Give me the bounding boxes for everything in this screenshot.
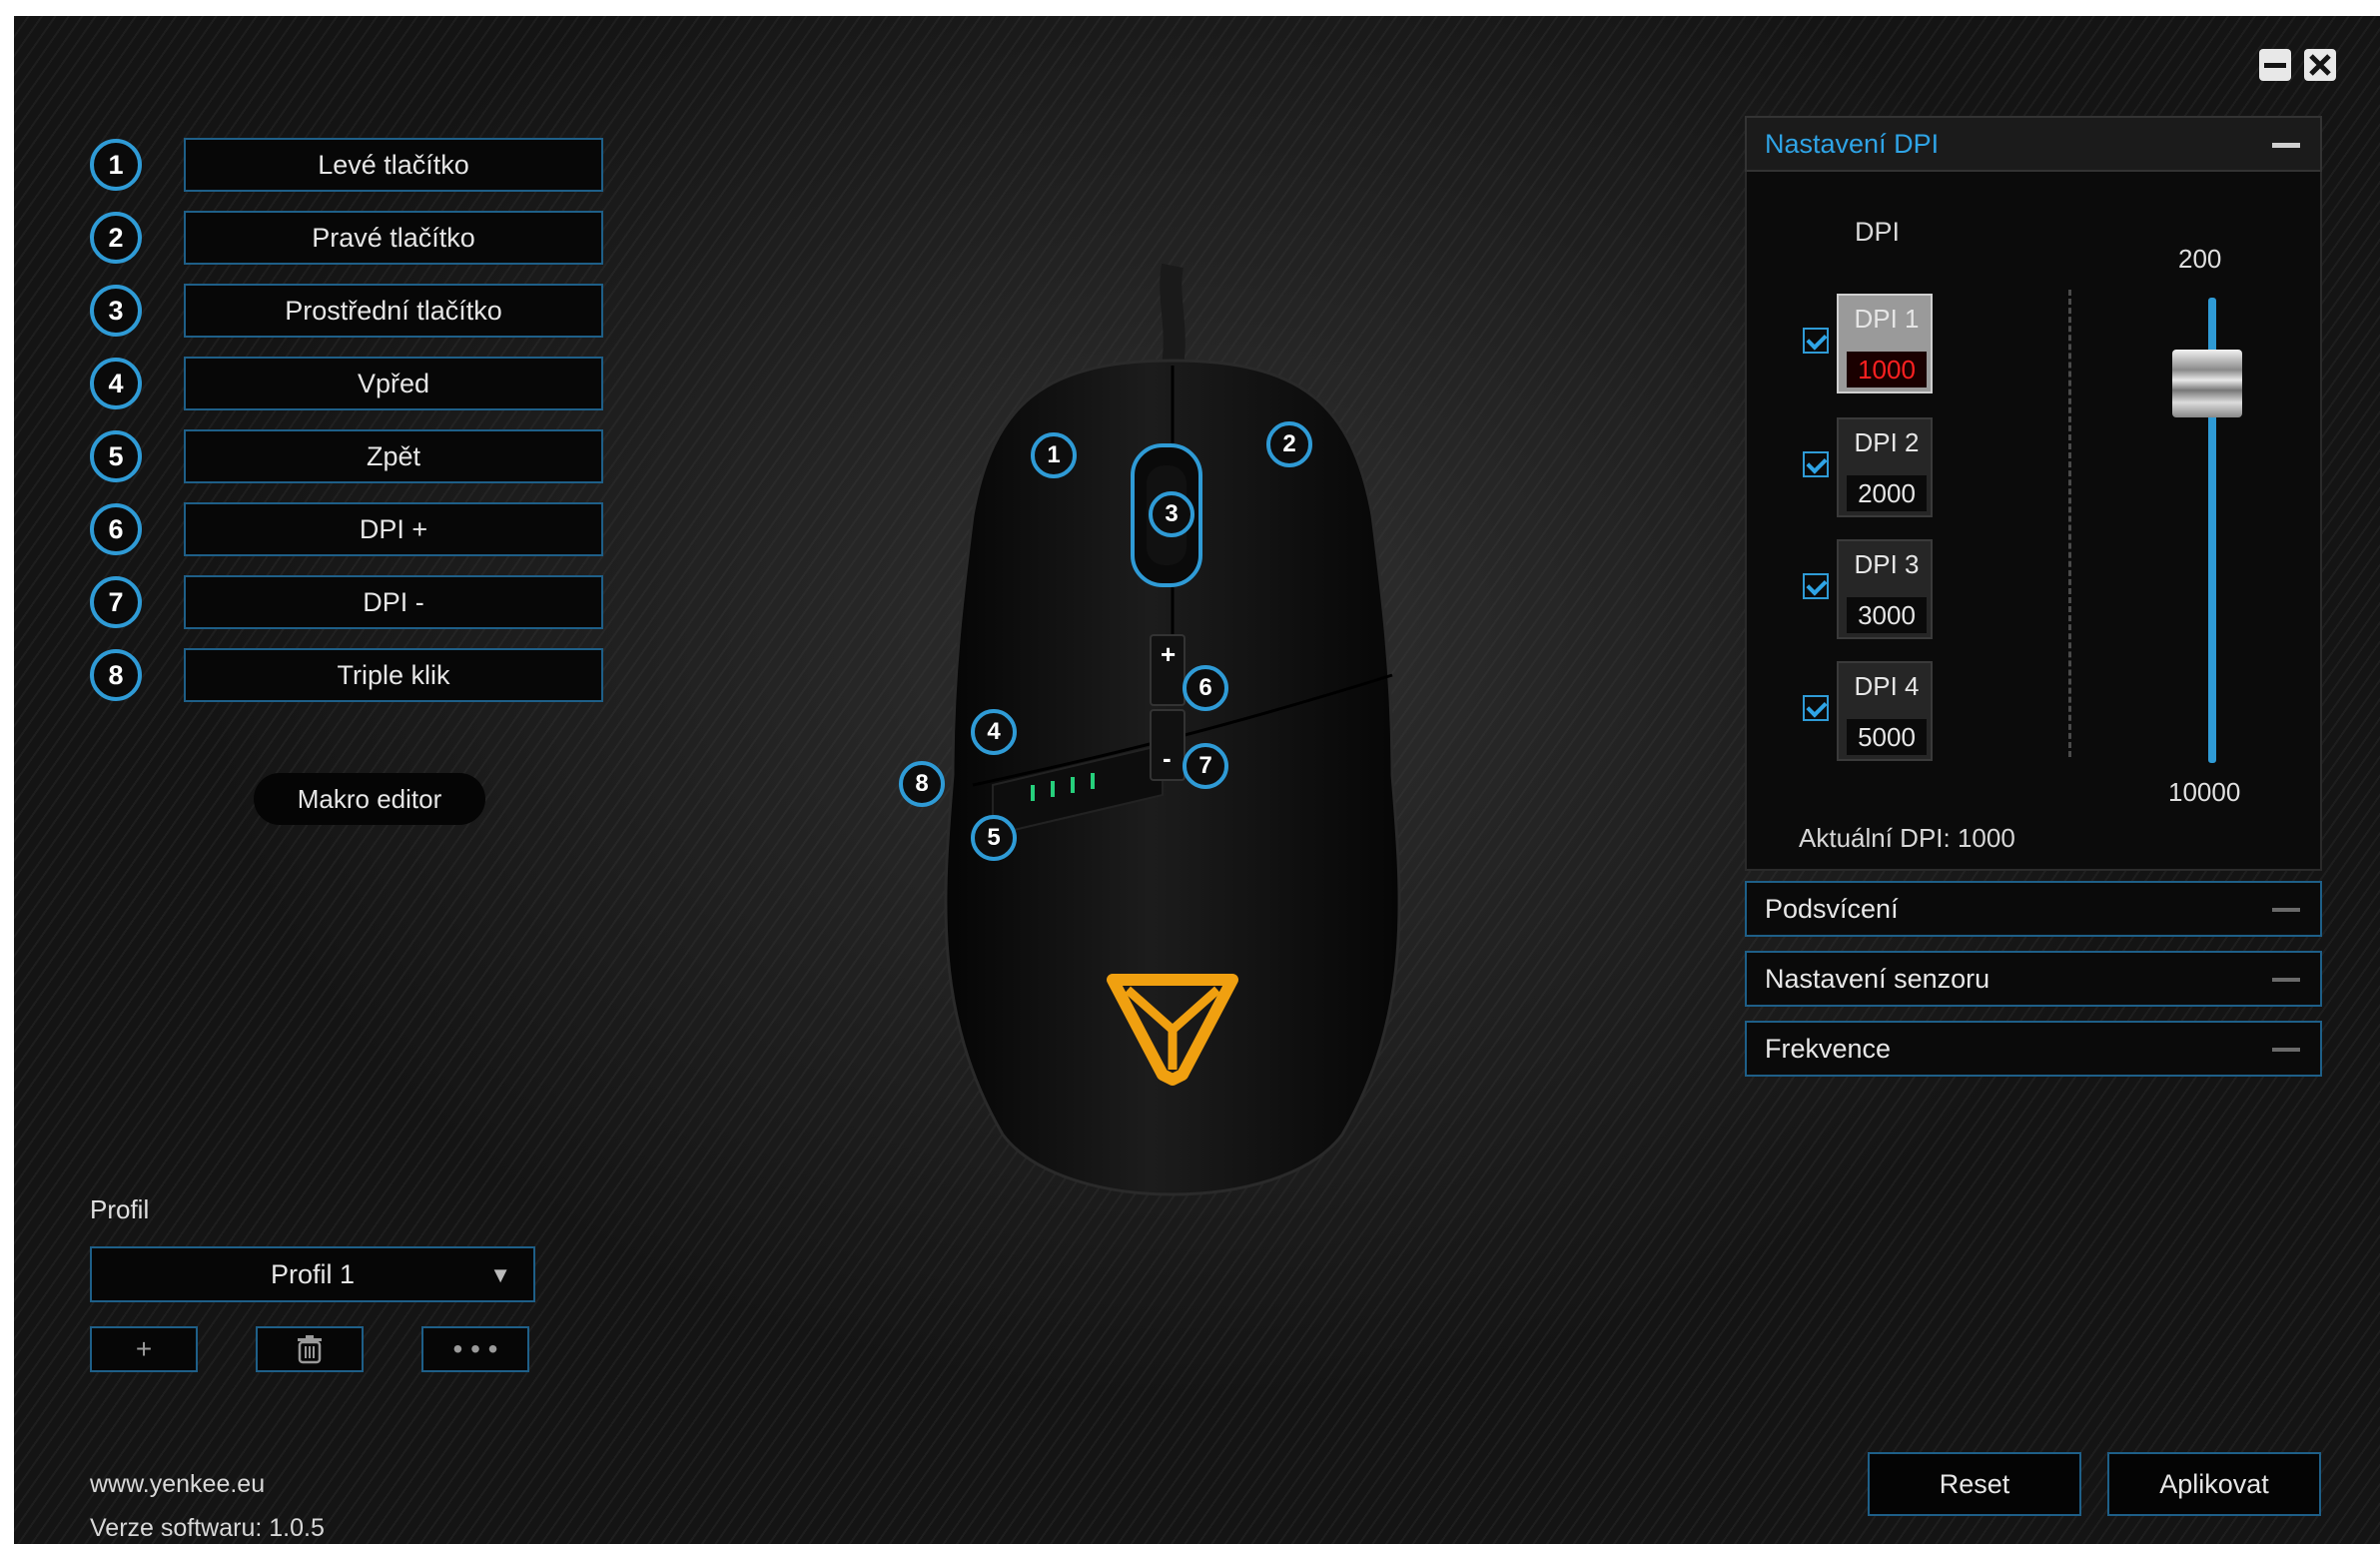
forward-button-assign[interactable]: Vpřed (184, 357, 603, 410)
slider-min-label: 200 (2178, 244, 2222, 274)
current-dpi-value: 1000 (1957, 823, 2015, 853)
collapse-icon (2272, 143, 2300, 148)
dpi-plus-glyph: + (1161, 639, 1177, 669)
current-dpi-label: Aktuální DPI: (1799, 823, 1951, 853)
mouse-marker-4[interactable]: 4 (971, 709, 1017, 755)
button-mapping-row-1: 1 Levé tlačítko (90, 136, 603, 194)
dpi-level-name: DPI 2 (1854, 427, 1920, 457)
version-value: 1.0.5 (269, 1514, 325, 1542)
dpi-entry-4: DPI 4 5000 (1803, 661, 1937, 761)
dpi-plus-assign[interactable]: DPI + (184, 502, 603, 556)
dpi-level-name: DPI 4 (1854, 671, 1920, 701)
button-number-badge: 7 (90, 576, 142, 628)
apply-button[interactable]: Aplikovat (2107, 1452, 2321, 1516)
dpi-entry-2: DPI 2 2000 (1803, 417, 1937, 517)
button-number-badge: 5 (90, 430, 142, 482)
dpi-settings-header[interactable]: Nastavení DPI (1745, 116, 2322, 172)
mouse-marker-1[interactable]: 1 (1031, 432, 1077, 478)
dpi-level-value[interactable]: 1000 (1847, 352, 1927, 387)
button-number-badge: 6 (90, 503, 142, 555)
dpi-column-label: DPI (1855, 217, 1901, 247)
dpi-minus-glyph: - (1163, 743, 1172, 773)
dpi-entry-1: DPI 1 1000 (1803, 294, 1937, 393)
dpi-minus-assign[interactable]: DPI - (184, 575, 603, 629)
minimize-icon (2259, 49, 2291, 81)
profile-label: Profil (90, 1194, 150, 1224)
triple-click-assign[interactable]: Triple klik (184, 648, 603, 702)
back-button-assign[interactable]: Zpět (184, 429, 603, 483)
mouse-marker-8[interactable]: 8 (899, 761, 945, 807)
profile-selected-value: Profil 1 (270, 1258, 356, 1289)
mouse-marker-3[interactable]: 3 (1149, 491, 1194, 537)
close-icon (2304, 49, 2336, 81)
dpi-slider-thumb[interactable] (2172, 350, 2242, 417)
close-button[interactable] (2301, 46, 2339, 84)
panel-title: Nastavení senzoru (1765, 963, 1990, 994)
mouse-marker-2[interactable]: 2 (1266, 421, 1312, 467)
button-mapping-row-3: 3 Prostřední tlačítko (90, 282, 603, 340)
dpi-level-name: DPI 3 (1854, 549, 1920, 579)
button-number-badge: 4 (90, 358, 142, 409)
collapse-icon (2272, 1048, 2300, 1052)
button-mapping-row-6: 6 DPI + (90, 500, 603, 558)
dpi-1-checkbox[interactable] (1803, 328, 1829, 354)
app-window: 1 Levé tlačítko 2 Pravé tlačítko 3 Prost… (14, 16, 2380, 1544)
frequency-panel-header[interactable]: Frekvence (1745, 1021, 2322, 1077)
button-number-badge: 8 (90, 649, 142, 701)
website-link[interactable]: www.yenkee.eu (90, 1470, 265, 1499)
makro-editor-button[interactable]: Makro editor (254, 773, 485, 825)
panel-title: Podsvícení (1765, 893, 1899, 924)
profile-select[interactable]: Profil 1 ▼ (90, 1246, 535, 1302)
button-mapping-row-7: 7 DPI - (90, 573, 603, 631)
collapse-icon (2272, 908, 2300, 912)
dpi-level-name: DPI 1 (1854, 304, 1920, 334)
button-mapping-row-4: 4 Vpřed (90, 355, 603, 412)
button-number-badge: 3 (90, 285, 142, 337)
middle-button-assign[interactable]: Prostřední tlačítko (184, 284, 603, 338)
mouse-marker-7[interactable]: 7 (1183, 743, 1228, 789)
dpi-level-value[interactable]: 3000 (1847, 597, 1927, 633)
reset-button[interactable]: Reset (1868, 1452, 2081, 1516)
dpi-4-checkbox[interactable] (1803, 695, 1829, 721)
dpi-3-level[interactable]: DPI 3 3000 (1837, 539, 1933, 639)
panel-divider (2068, 290, 2071, 757)
dpi-2-checkbox[interactable] (1803, 451, 1829, 477)
delete-profile-button[interactable] (256, 1326, 364, 1372)
button-mapping-row-2: 2 Pravé tlačítko (90, 209, 603, 267)
backlight-panel-header[interactable]: Podsvícení (1745, 881, 2322, 937)
button-number-badge: 2 (90, 212, 142, 264)
software-version: Verze softwaru: 1.0.5 (90, 1514, 325, 1543)
button-number-badge: 1 (90, 139, 142, 191)
dropdown-caret-icon: ▼ (489, 1262, 511, 1287)
dpi-3-checkbox[interactable] (1803, 573, 1829, 599)
dpi-settings-panel: DPI DPI 1 1000 DPI 2 2000 DPI 3 3000 DPI… (1745, 172, 2322, 871)
dpi-1-level[interactable]: DPI 1 1000 (1837, 294, 1933, 393)
current-dpi-readout: Aktuální DPI: 1000 (1799, 823, 2015, 854)
dpi-level-value[interactable]: 2000 (1847, 475, 1927, 511)
mouse-illustration: 1 2 3 4 5 6 7 8 + - (893, 256, 1452, 1279)
panel-title: Frekvence (1765, 1033, 1892, 1064)
minimize-button[interactable] (2256, 46, 2294, 84)
collapse-icon (2272, 978, 2300, 982)
mouse-marker-6[interactable]: 6 (1183, 665, 1228, 711)
button-mapping-row-5: 5 Zpět (90, 427, 603, 485)
dpi-4-level[interactable]: DPI 4 5000 (1837, 661, 1933, 761)
left-button-assign[interactable]: Levé tlačítko (184, 138, 603, 192)
dpi-2-level[interactable]: DPI 2 2000 (1837, 417, 1933, 517)
trash-icon (298, 1335, 322, 1364)
right-button-assign[interactable]: Pravé tlačítko (184, 211, 603, 265)
slider-max-label: 10000 (2168, 777, 2241, 807)
version-label: Verze softwaru: (90, 1514, 263, 1542)
add-profile-button[interactable]: + (90, 1326, 198, 1372)
dpi-level-value[interactable]: 5000 (1847, 719, 1927, 755)
button-mapping-row-8: 8 Triple klik (90, 646, 603, 704)
sensor-panel-header[interactable]: Nastavení senzoru (1745, 951, 2322, 1007)
mouse-marker-5[interactable]: 5 (971, 815, 1017, 861)
dpi-settings-title: Nastavení DPI (1765, 128, 1940, 159)
more-options-button[interactable]: • • • (421, 1326, 529, 1372)
dpi-entry-3: DPI 3 3000 (1803, 539, 1937, 639)
mouse-body-graphic (944, 263, 1401, 1196)
